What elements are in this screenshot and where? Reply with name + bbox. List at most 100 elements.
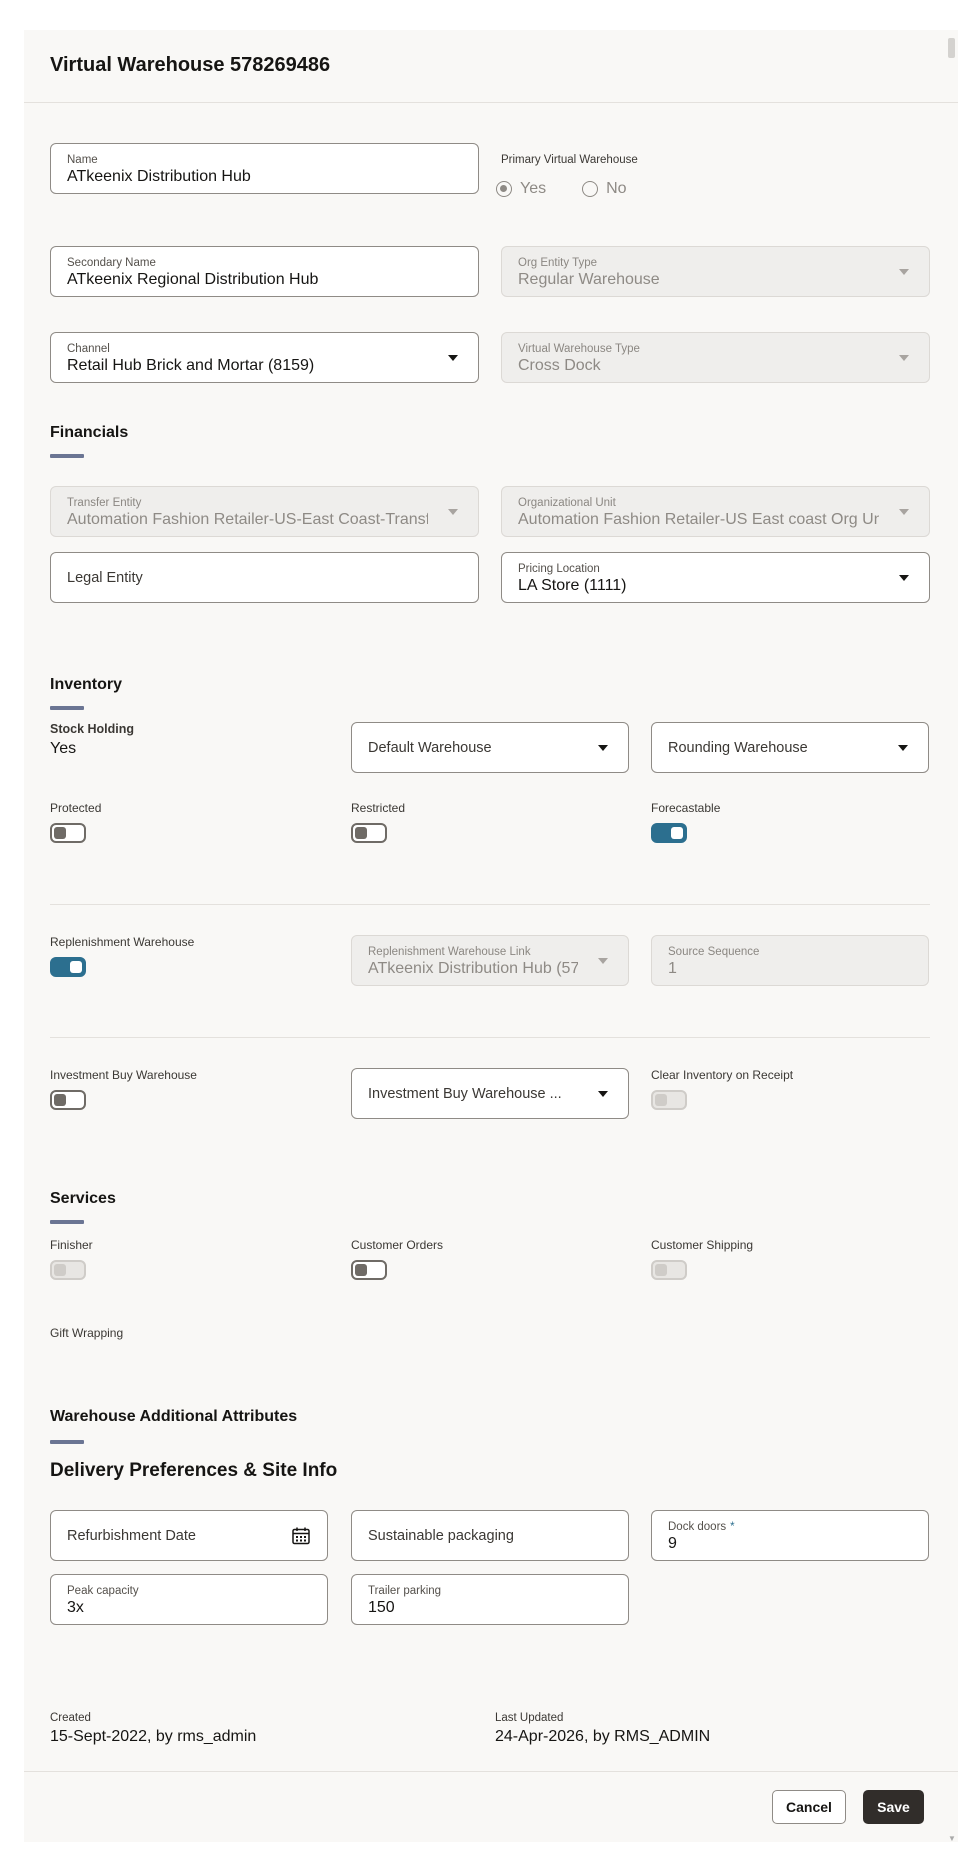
primary-vw-label: Primary Virtual Warehouse — [501, 154, 638, 166]
investment-buy-warehouse-label: Investment Buy Warehouse — [50, 1068, 197, 1082]
services-title: Services — [50, 1190, 116, 1207]
clear-inventory-label: Clear Inventory on Receipt — [651, 1068, 794, 1082]
chevron-down-icon[interactable] — [448, 354, 458, 361]
name-label: Name — [67, 154, 98, 166]
services-underline — [50, 1220, 84, 1224]
rounding-warehouse-select[interactable]: Rounding Warehouse — [651, 722, 929, 773]
investment-buy-warehouse-select[interactable]: Investment Buy Warehouse ... — [351, 1068, 629, 1119]
additional-attributes-title: Warehouse Additional Attributes — [50, 1408, 298, 1425]
dock-doors-value: 9 — [668, 1535, 677, 1552]
secondary-name-label: Secondary Name — [67, 257, 156, 269]
radio-no-icon[interactable] — [582, 181, 599, 197]
secondary-name-value: ATkeenix Regional Distribution Hub — [67, 271, 319, 288]
refurbishment-date-placeholder: Refurbishment Date — [67, 1527, 196, 1544]
dock-doors-label: Dock doors — [668, 1521, 727, 1533]
org-entity-type-label: Org Entity Type — [518, 257, 598, 269]
default-warehouse-placeholder: Default Warehouse — [368, 739, 492, 756]
created-value: 15-Sept-2022, by rms_admin — [50, 1728, 257, 1745]
header-divider — [24, 102, 958, 103]
radio-yes-icon[interactable] — [496, 181, 512, 197]
cancel-button[interactable]: Cancel — [772, 1790, 846, 1824]
calendar-icon[interactable] — [291, 1526, 311, 1546]
peak-capacity-value: 3x — [67, 1599, 84, 1616]
additional-attributes-underline — [50, 1440, 84, 1444]
delivery-preferences-title: Delivery Preferences & Site Info — [50, 1460, 338, 1481]
required-indicator: * — [730, 1521, 735, 1533]
replenishment-warehouse-switch[interactable] — [50, 957, 86, 977]
pricing-location-select[interactable]: Pricing Location LA Store (1111) — [501, 552, 930, 603]
chevron-down-icon — [899, 268, 909, 275]
investment-buy-warehouse-placeholder: Investment Buy Warehouse ... — [368, 1085, 562, 1102]
inventory-divider-1 — [50, 904, 930, 905]
peak-capacity-label: Peak capacity — [67, 1585, 139, 1597]
transfer-entity-select: Transfer Entity Automation Fashion Retai… — [50, 486, 479, 537]
forecastable-label: Forecastable — [651, 801, 721, 815]
page-title: Virtual Warehouse 578269486 — [50, 54, 331, 76]
chevron-down-icon[interactable] — [598, 1090, 608, 1097]
primary-vw-radio-group[interactable]: Yes No — [496, 180, 627, 198]
chevron-down-icon — [448, 508, 458, 515]
name-value: ATkeenix Distribution Hub — [67, 168, 251, 185]
source-sequence-value: 1 — [668, 960, 677, 977]
default-warehouse-select[interactable]: Default Warehouse — [351, 722, 629, 773]
inventory-title: Inventory — [50, 676, 123, 693]
clear-inventory-switch — [651, 1090, 687, 1110]
sustainable-packaging-field[interactable]: Sustainable packaging — [351, 1510, 629, 1561]
protected-label: Protected — [50, 801, 102, 815]
gift-wrapping-label: Gift Wrapping — [50, 1326, 124, 1340]
last-updated-label: Last Updated — [495, 1712, 564, 1724]
restricted-label: Restricted — [351, 801, 406, 815]
org-unit-value: Automation Fashion Retailer-US East coas… — [518, 511, 879, 528]
finisher-switch — [50, 1260, 86, 1280]
dock-doors-field[interactable]: Dock doors * 9 — [651, 1510, 929, 1561]
investment-buy-warehouse-switch[interactable] — [50, 1090, 86, 1110]
refurbishment-date-field[interactable]: Refurbishment Date — [50, 1510, 328, 1561]
scroll-down-arrow-icon[interactable]: ▼ — [948, 1834, 956, 1843]
secondary-name-field[interactable]: Secondary Name ATkeenix Regional Distrib… — [50, 246, 479, 297]
financials-title: Financials — [50, 424, 129, 441]
footer-divider — [24, 1771, 958, 1772]
vw-type-value: Cross Dock — [518, 357, 601, 374]
forecastable-switch[interactable] — [651, 823, 687, 843]
customer-orders-switch[interactable] — [351, 1260, 387, 1280]
pricing-location-value: LA Store (1111) — [518, 577, 627, 594]
channel-value: Retail Hub Brick and Mortar (8159) — [67, 357, 315, 374]
trailer-parking-field[interactable]: Trailer parking 150 — [351, 1574, 629, 1625]
transfer-entity-label: Transfer Entity — [67, 497, 142, 509]
org-unit-select: Organizational Unit Automation Fashion R… — [501, 486, 930, 537]
pricing-location-label: Pricing Location — [518, 563, 600, 575]
restricted-switch[interactable] — [351, 823, 387, 843]
chevron-down-icon[interactable] — [598, 744, 608, 751]
trailer-parking-label: Trailer parking — [368, 1585, 442, 1597]
dock-doors-label-group: Dock doors * — [668, 1521, 735, 1533]
chevron-down-icon — [598, 957, 608, 964]
legal-entity-field[interactable]: Legal Entity — [50, 552, 479, 603]
customer-shipping-label: Customer Shipping — [651, 1238, 754, 1252]
chevron-down-icon[interactable] — [898, 744, 908, 751]
peak-capacity-field[interactable]: Peak capacity 3x — [50, 1574, 328, 1625]
inventory-divider-2 — [50, 1037, 930, 1038]
protected-switch[interactable] — [50, 823, 86, 843]
save-button[interactable]: Save — [863, 1790, 924, 1824]
replenishment-link-select: Replenishment Warehouse Link ATkeenix Di… — [351, 935, 629, 986]
customer-orders-label: Customer Orders — [351, 1238, 444, 1252]
org-entity-type-value: Regular Warehouse — [518, 271, 660, 288]
rounding-warehouse-placeholder: Rounding Warehouse — [668, 739, 808, 756]
scrollbar-thumb[interactable] — [948, 38, 955, 58]
org-entity-type-select: Org Entity Type Regular Warehouse — [501, 246, 930, 297]
replenishment-link-value: ATkeenix Distribution Hub (578269486) — [368, 960, 578, 977]
radio-no-label: No — [606, 180, 627, 197]
replenishment-warehouse-label: Replenishment Warehouse — [50, 935, 195, 949]
source-sequence-label: Source Sequence — [668, 946, 760, 958]
name-field[interactable]: Name ATkeenix Distribution Hub — [50, 143, 479, 194]
financials-underline — [50, 454, 84, 458]
source-sequence-field: Source Sequence 1 — [651, 935, 929, 986]
chevron-down-icon[interactable] — [899, 574, 909, 581]
radio-yes-label: Yes — [520, 180, 547, 197]
channel-select[interactable]: Channel Retail Hub Brick and Mortar (815… — [50, 332, 479, 383]
legal-entity-placeholder: Legal Entity — [67, 569, 143, 586]
stock-holding-label: Stock Holding — [50, 722, 135, 736]
finisher-label: Finisher — [50, 1238, 93, 1252]
trailer-parking-value: 150 — [368, 1599, 395, 1616]
chevron-down-icon — [899, 354, 909, 361]
